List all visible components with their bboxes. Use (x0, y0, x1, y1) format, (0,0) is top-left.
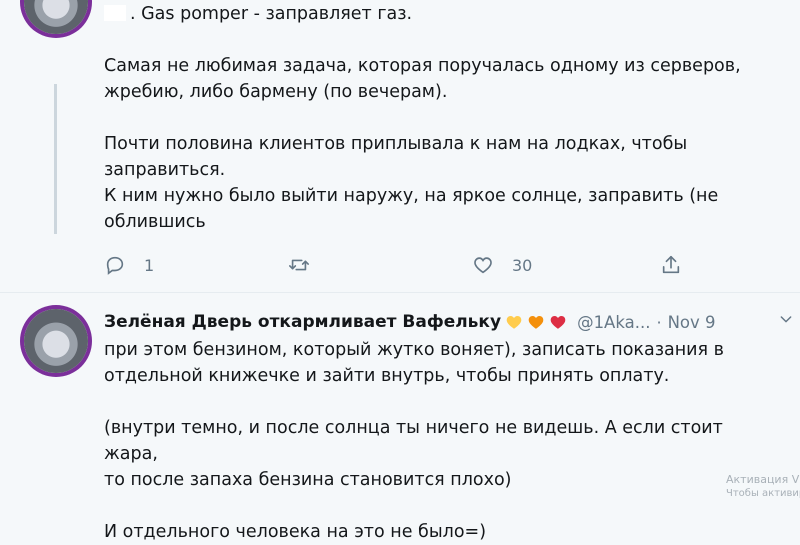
tweet-2[interactable]: Зелёная Дверь откармливает Вафельку @1Ak… (0, 293, 800, 542)
text-line: . Gas pomper - заправляет газ. (130, 4, 413, 24)
tweet-header: Зелёная Дверь откармливает Вафельку @1Ak… (104, 309, 800, 335)
tweet-date[interactable]: Nov 9 (668, 313, 716, 332)
reply-icon (106, 256, 124, 275)
tweet-actions: 1 30 (104, 254, 704, 280)
activation-watermark-line1: Активация V (726, 473, 800, 486)
orange-heart-icon (528, 316, 544, 329)
yellow-heart-icon (506, 316, 522, 329)
share-icon (662, 255, 680, 274)
text-line: заправиться. (104, 160, 226, 180)
like-button[interactable]: 30 (472, 254, 532, 276)
tweet-2-text: при этом бензином, который жутко воняет)… (104, 337, 772, 545)
text-line: облившись (104, 212, 206, 232)
text-line: жребию, либо бармену (по вечерам). (104, 82, 448, 102)
text-line: Почти половина клиентов приплывала к нам… (104, 134, 688, 154)
author-handle[interactable]: @1Aka... (577, 313, 650, 332)
redacted-emoji (104, 5, 126, 21)
share-button[interactable] (660, 254, 682, 276)
avatar[interactable] (24, 309, 88, 373)
text-line: при этом бензином, который жутко воняет)… (104, 340, 724, 360)
text-line: (внутри темно, и после солнца ты ничего … (104, 418, 729, 464)
heart-icon (474, 257, 492, 274)
like-count: 30 (512, 255, 533, 275)
separator-dot: · (656, 312, 662, 332)
red-heart-icon (550, 316, 566, 329)
tweet-1[interactable]: . Gas pomper - заправляет газ. Самая не … (0, 0, 800, 293)
retweet-icon (289, 259, 309, 271)
reply-button[interactable]: 1 (104, 254, 154, 276)
thread-line (54, 84, 57, 234)
retweet-button[interactable] (288, 254, 310, 276)
text-line: Самая не любимая задача, которая поручал… (104, 56, 741, 76)
text-line: отдельной книжечке и зайти внутрь, чтобы… (104, 366, 670, 386)
author-name[interactable]: Зелёная Дверь откармливает Вафельку (104, 312, 501, 332)
reply-count: 1 (144, 255, 155, 275)
tweet-1-text: . Gas pomper - заправляет газ. Самая не … (104, 1, 772, 235)
avatar[interactable] (24, 0, 88, 34)
text-line: К ним нужно было выйти наружу, на яркое … (104, 186, 719, 206)
text-line: И отдельного человека на это не было=) (104, 522, 487, 542)
text-line: то после запаха бензина становится плохо… (104, 470, 512, 490)
chevron-down-icon[interactable] (778, 311, 794, 327)
activation-watermark-line2: Чтобы активиро (726, 488, 800, 499)
